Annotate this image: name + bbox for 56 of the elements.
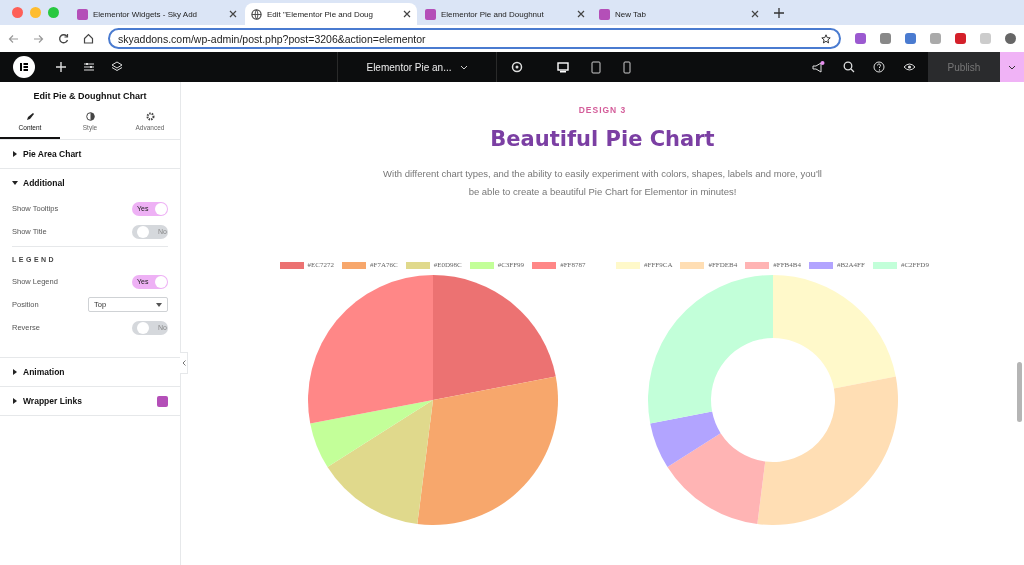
- help-icon[interactable]: [873, 61, 885, 73]
- browser-tab[interactable]: Elementor Pie and Doughnut: [419, 3, 591, 25]
- address-bar[interactable]: skyaddons.com/wp-admin/post.php?post=3206&action=elementor: [108, 28, 841, 49]
- addon-icon: [599, 8, 610, 20]
- elementor-logo[interactable]: [13, 56, 35, 78]
- star-icon[interactable]: [821, 33, 831, 44]
- tablet-icon[interactable]: [591, 60, 601, 74]
- addon-icon: [157, 395, 168, 407]
- section-header[interactable]: Additional: [12, 169, 168, 197]
- caret-right-icon: [12, 151, 18, 157]
- layers-icon[interactable]: [111, 61, 123, 73]
- chevron-down-icon: [1008, 64, 1016, 70]
- avatar-icon[interactable]: [1005, 33, 1016, 44]
- caret-right-icon: [12, 369, 18, 375]
- extension-icon[interactable]: [880, 33, 891, 44]
- section-header[interactable]: Wrapper Links: [12, 387, 168, 415]
- section-header[interactable]: Pie Area Chart: [12, 140, 168, 168]
- chevron-down-icon: [459, 64, 468, 70]
- scrollbar-thumb[interactable]: [1017, 362, 1022, 422]
- pencil-icon: [25, 112, 35, 121]
- sliders-icon[interactable]: [83, 61, 95, 73]
- close-icon[interactable]: [403, 10, 411, 18]
- browser-tab[interactable]: Edit "Elementor Pie and Doug: [245, 3, 417, 25]
- collapse-handle[interactable]: [180, 352, 188, 374]
- caret-down-icon: [156, 302, 162, 307]
- close-icon[interactable]: [229, 10, 237, 18]
- page-heading: Beautiful Pie Chart: [490, 127, 715, 151]
- gear-icon: [145, 112, 155, 121]
- reload-icon[interactable]: [58, 33, 69, 44]
- browser-tab[interactable]: Elementor Widgets - Sky Add: [71, 3, 243, 25]
- panel-title: Edit Pie & Doughnut Chart: [32, 90, 148, 103]
- section-header[interactable]: Animation: [12, 358, 168, 386]
- desktop-icon[interactable]: [557, 61, 569, 73]
- contrast-icon: [85, 112, 95, 121]
- globe-icon: [251, 8, 262, 20]
- eyebrow-text: DESIGN 3: [578, 105, 627, 115]
- settings-icon[interactable]: [511, 61, 523, 73]
- extension-icon[interactable]: [855, 33, 866, 44]
- description-text: With different chart types, and the ability to easily experiment with colors, shapes, labels and more, you'll be able to create a beautiful Pie Chart for Elementor in minutes!: [382, 167, 823, 199]
- new-tab-icon[interactable]: [773, 6, 785, 19]
- addon-icon: [425, 8, 436, 20]
- mobile-icon[interactable]: [623, 60, 631, 74]
- caret-down-icon: [12, 180, 18, 186]
- search-icon[interactable]: [843, 61, 855, 73]
- add-icon[interactable]: [55, 61, 67, 73]
- extension-icon[interactable]: [955, 33, 966, 44]
- close-icon[interactable]: [751, 10, 759, 18]
- eye-icon[interactable]: [903, 62, 916, 72]
- browser-tab[interactable]: New Tab: [593, 3, 765, 25]
- caret-right-icon: [12, 398, 18, 404]
- addon-icon: [77, 8, 88, 20]
- megaphone-icon[interactable]: [811, 60, 825, 74]
- close-icon[interactable]: [577, 10, 585, 18]
- home-icon[interactable]: [83, 33, 94, 44]
- extension-icon[interactable]: [905, 33, 916, 44]
- page-selector[interactable]: Elementor Pie an...: [337, 52, 497, 82]
